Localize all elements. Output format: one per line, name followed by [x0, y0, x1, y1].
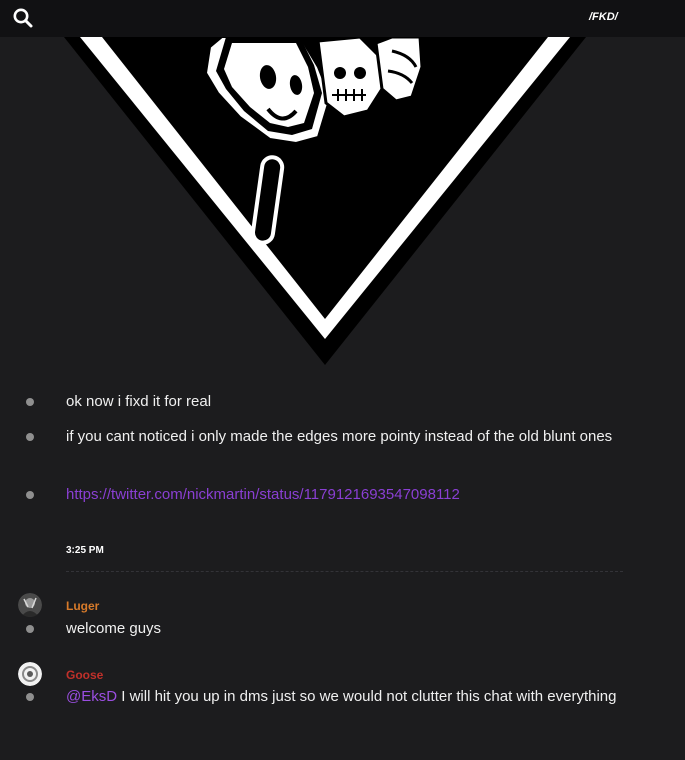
- search-icon[interactable]: [12, 7, 34, 29]
- message-text: @EksD I will hit you up in dms just so w…: [66, 685, 626, 709]
- message-bullet: [26, 693, 34, 701]
- message-body: I will hit you up in dms just so we woul…: [117, 688, 617, 705]
- message-bullet: [26, 433, 34, 441]
- message-bullet: [26, 491, 34, 499]
- message-text: welcome guys: [66, 620, 162, 637]
- message-text: if you cant noticed i only made the edge…: [66, 428, 613, 445]
- avatar-goose[interactable]: [18, 662, 42, 686]
- message-bullet: [26, 625, 34, 633]
- twitter-link[interactable]: https://twitter.com/nickmartin/status/11…: [66, 486, 460, 503]
- avatar-luger[interactable]: [18, 593, 42, 617]
- message-link-row: https://twitter.com/nickmartin/status/11…: [66, 483, 626, 507]
- message-bullet: [26, 398, 34, 406]
- channel-name[interactable]: /FKD/: [589, 11, 618, 23]
- message-text: ok now i fixd it for real: [66, 393, 212, 410]
- posted-image[interactable]: [0, 37, 685, 372]
- username-luger[interactable]: Luger: [66, 599, 99, 613]
- username-goose[interactable]: Goose: [66, 668, 103, 682]
- timestamp: 3:25 PM: [66, 545, 104, 556]
- mention-eksd[interactable]: @EksD: [66, 688, 117, 705]
- divider: [66, 571, 623, 572]
- top-bar: /FKD/: [0, 0, 685, 37]
